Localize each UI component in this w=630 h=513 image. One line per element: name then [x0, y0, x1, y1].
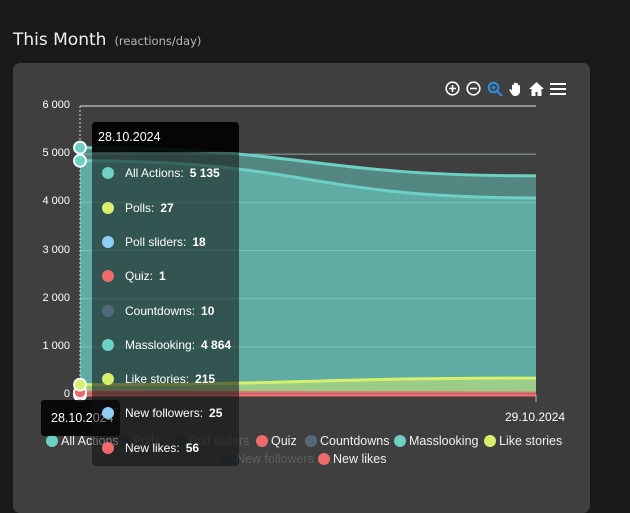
zoom-out-icon[interactable] [465, 80, 482, 97]
series-color-dot [102, 407, 114, 419]
tooltip-label: Polls: [125, 201, 154, 215]
tooltip-value: 1 [159, 269, 166, 283]
tooltip-row: Poll sliders: 18 [102, 235, 206, 249]
tooltip-label: Countdowns: [125, 304, 195, 318]
tooltip-row: New followers: 25 [102, 406, 222, 420]
tooltip-value: 25 [209, 406, 222, 420]
series-color-dot [102, 167, 114, 179]
tooltip-row: New likes: 56 [102, 441, 199, 455]
legend-label: New followers [236, 452, 314, 466]
legend-item-masslooking[interactable]: Masslooking [394, 434, 478, 448]
tooltip-row: Countdowns: 10 [102, 304, 214, 318]
legend-item-quiz[interactable]: Quiz [256, 434, 297, 448]
tooltip-label: Quiz: [125, 269, 153, 283]
legend-label: Countdowns [320, 434, 390, 448]
tooltip-value: 27 [160, 201, 173, 215]
legend-color-dot [394, 435, 406, 447]
tooltip-label: Like stories: [125, 372, 189, 386]
chart-tooltip: 28.10.2024 All Actions:5 135Polls:27Poll… [92, 122, 239, 466]
legend-label: New likes [333, 452, 387, 466]
tooltip-row: Polls: 27 [102, 201, 174, 215]
series-color-dot [102, 270, 114, 282]
legend-color-dot [305, 435, 317, 447]
tooltip-row: All Actions: 5 135 [102, 166, 220, 180]
series-color-dot [102, 442, 114, 454]
reset-home-icon[interactable] [528, 80, 545, 97]
tooltip-label: Masslooking: [125, 338, 195, 352]
tooltip-row: Masslooking: 4 864 [102, 338, 231, 352]
legend-item-countdowns[interactable]: Countdowns [305, 434, 390, 448]
tooltip-label: All Actions: [125, 166, 184, 180]
tooltip-label: New followers: [125, 406, 203, 420]
series-color-dot [102, 236, 114, 248]
series-color-dot [102, 305, 114, 317]
legend-color-dot [318, 453, 330, 465]
legend-color-dot [484, 435, 496, 447]
legend-item-like-stories[interactable]: Like stories [484, 434, 562, 448]
legend-color-dot [256, 435, 268, 447]
pan-hand-icon[interactable] [507, 80, 524, 97]
y-tick-label: 4 000 [10, 195, 70, 207]
series-color-dot [102, 339, 114, 351]
tooltip-value: 4 864 [201, 338, 231, 352]
zoom-in-icon[interactable] [444, 80, 461, 97]
y-tick-label: 0 [10, 388, 70, 400]
series-color-dot [102, 202, 114, 214]
y-tick-label: 3 000 [10, 244, 70, 256]
y-tick-label: 5 000 [10, 147, 70, 159]
tooltip-row: Quiz: 1 [102, 269, 166, 283]
hover-marker [74, 155, 86, 167]
x-tick-label: 29.10.2024 [505, 410, 565, 424]
hover-marker [74, 379, 86, 391]
legend-item-new-likes[interactable]: New likes [318, 452, 387, 466]
tooltip-value: 215 [195, 372, 215, 386]
tooltip-value: 10 [201, 304, 214, 318]
chart-toolbar [444, 80, 566, 97]
tooltip-row: Like stories: 215 [102, 372, 215, 386]
series-color-dot [102, 373, 114, 385]
tooltip-value: 18 [192, 235, 205, 249]
tooltip-label: New likes: [125, 441, 180, 455]
tooltip-value: 56 [186, 441, 199, 455]
hover-marker [74, 142, 86, 154]
legend-label: Quiz [271, 434, 297, 448]
y-tick-label: 1 000 [10, 340, 70, 352]
tooltip-date: 28.10.2024 [92, 122, 239, 152]
y-tick-label: 2 000 [10, 292, 70, 304]
legend-label: Like stories [499, 434, 562, 448]
selection-zoom-icon[interactable] [486, 80, 503, 97]
legend-label: Masslooking [409, 434, 478, 448]
y-tick-label: 6 000 [10, 99, 70, 111]
menu-icon[interactable] [549, 80, 566, 97]
tooltip-value: 5 135 [190, 166, 220, 180]
tooltip-label: Poll sliders: [125, 235, 186, 249]
legend-color-dot [46, 435, 58, 447]
